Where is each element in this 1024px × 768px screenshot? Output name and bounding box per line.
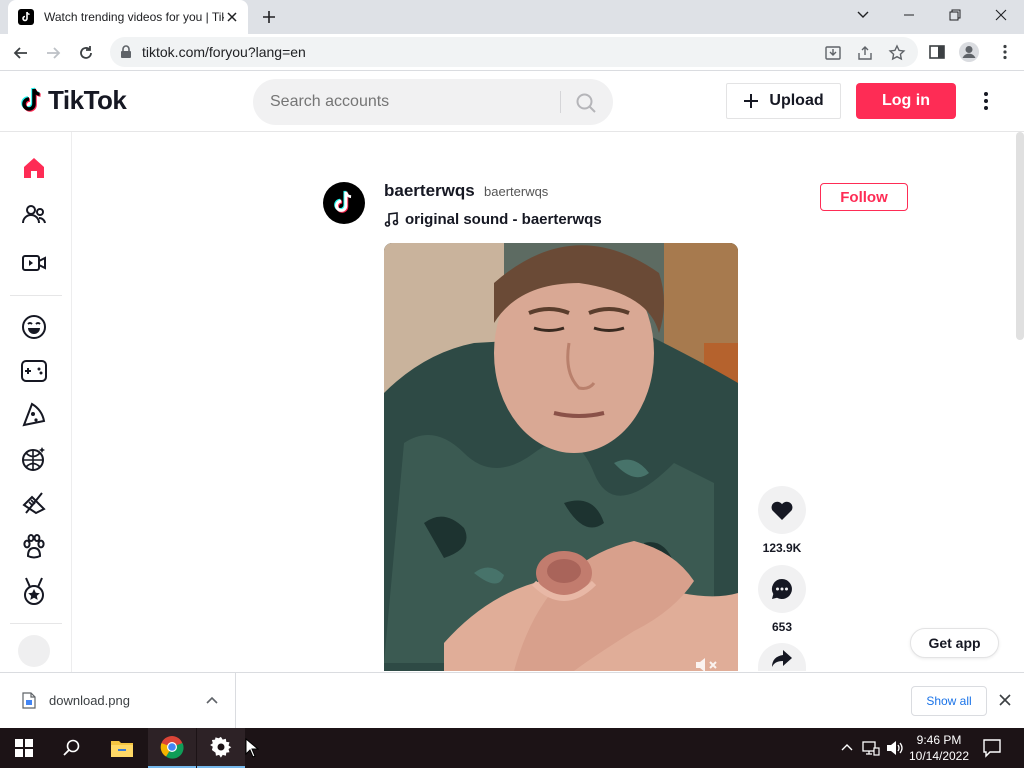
- user-avatar-placeholder[interactable]: [18, 635, 50, 667]
- food-icon[interactable]: [18, 399, 50, 431]
- new-tab-button[interactable]: [258, 6, 280, 28]
- taskbar-clock[interactable]: 9:46 PM 10/14/2022: [908, 732, 970, 764]
- upload-label: Upload: [769, 92, 824, 109]
- taskbar-search-icon[interactable]: [48, 728, 96, 768]
- chrome-menu-icon[interactable]: [996, 43, 1014, 61]
- tab-title: Watch trending videos for you | TikTok: [44, 10, 224, 24]
- windows-taskbar: 9:46 PM 10/14/2022: [0, 728, 1024, 768]
- url-text: tiktok.com/foryou?lang=en: [142, 44, 306, 60]
- download-filename: download.png: [49, 693, 130, 708]
- volume-icon[interactable]: [886, 740, 904, 756]
- video-player[interactable]: [384, 243, 738, 671]
- tiktok-header: TikTok Upload Log in: [0, 71, 1024, 132]
- home-icon[interactable]: [18, 152, 50, 184]
- browser-tab[interactable]: Watch trending videos for you | TikTok: [8, 0, 248, 34]
- plus-icon: [743, 93, 759, 109]
- minimize-button[interactable]: [886, 0, 932, 30]
- heart-icon: [771, 501, 793, 520]
- tiktok-favicon-icon: [18, 9, 34, 25]
- file-explorer-icon[interactable]: [98, 728, 146, 768]
- back-button[interactable]: [10, 42, 32, 64]
- login-button[interactable]: Log in: [856, 83, 956, 119]
- author-username[interactable]: baerterwqs: [384, 181, 475, 201]
- tiktok-logo-icon: [21, 87, 41, 112]
- follow-button[interactable]: Follow: [820, 183, 908, 211]
- page-scrollbar[interactable]: [1016, 132, 1024, 340]
- address-bar[interactable]: tiktok.com/foryou?lang=en: [110, 37, 918, 67]
- notifications-icon[interactable]: [982, 738, 1002, 758]
- install-app-icon[interactable]: [824, 44, 842, 62]
- comment-icon: [771, 578, 792, 599]
- sports-icon[interactable]: [18, 575, 50, 607]
- upload-button[interactable]: Upload: [726, 83, 841, 119]
- sidebar-divider: [10, 623, 62, 624]
- sound-title: original sound - baerterwqs: [405, 211, 602, 228]
- search-icon[interactable]: [575, 92, 597, 114]
- sound-link[interactable]: original sound - baerterwqs: [384, 211, 602, 228]
- browser-toolbar: tiktok.com/foryou?lang=en: [0, 34, 1024, 71]
- download-bar: download.png Show all: [0, 672, 1024, 729]
- show-all-button[interactable]: Show all: [911, 686, 987, 716]
- settings-gear-icon[interactable]: [197, 728, 245, 768]
- tiktok-logo[interactable]: TikTok: [20, 85, 127, 116]
- comedy-icon[interactable]: [18, 311, 50, 343]
- reload-button[interactable]: [75, 42, 97, 64]
- bookmark-star-icon[interactable]: [888, 44, 906, 62]
- beauty-icon[interactable]: [18, 487, 50, 519]
- windows-start-icon[interactable]: [0, 728, 48, 768]
- download-item[interactable]: download.png: [0, 673, 236, 729]
- close-tab-icon[interactable]: [224, 9, 240, 25]
- logo-wordmark: TikTok: [48, 85, 127, 115]
- author-nickname[interactable]: baerterwqs: [484, 184, 548, 199]
- gaming-icon[interactable]: [18, 355, 50, 387]
- dance-icon[interactable]: [18, 443, 50, 475]
- like-button[interactable]: [758, 486, 806, 534]
- forward-button[interactable]: [42, 42, 64, 64]
- profile-avatar-icon[interactable]: [958, 41, 980, 63]
- side-panel-icon[interactable]: [928, 43, 946, 61]
- clock-date: 10/14/2022: [908, 749, 970, 763]
- sidebar-divider: [10, 295, 62, 296]
- share-arrow-icon: [772, 650, 792, 667]
- comment-count: 653: [771, 620, 793, 634]
- animals-icon[interactable]: [18, 531, 50, 563]
- search-box[interactable]: [253, 79, 613, 125]
- clock-time: 9:46 PM: [916, 733, 962, 747]
- mouse-cursor-icon: [240, 728, 264, 768]
- share-button[interactable]: [758, 643, 806, 671]
- network-icon[interactable]: [862, 740, 880, 756]
- share-icon[interactable]: [856, 44, 874, 62]
- file-icon: [22, 692, 36, 709]
- tray-overflow-icon[interactable]: [840, 740, 854, 754]
- tiktok-avatar-icon: [334, 190, 352, 213]
- tab-search-icon[interactable]: [840, 0, 886, 30]
- lock-icon[interactable]: [120, 45, 132, 59]
- chevron-up-icon[interactable]: [206, 695, 218, 705]
- close-window-button[interactable]: [978, 0, 1024, 30]
- sidebar: [0, 132, 72, 672]
- following-icon[interactable]: [18, 199, 50, 231]
- get-app-button[interactable]: Get app: [910, 628, 999, 658]
- like-count: 123.9K: [762, 541, 802, 555]
- browser-tab-strip: Watch trending videos for you | TikTok: [0, 0, 1024, 34]
- comment-button[interactable]: [758, 565, 806, 613]
- close-download-bar-icon[interactable]: [998, 693, 1012, 707]
- video-frame: [384, 243, 738, 671]
- author-avatar[interactable]: [323, 182, 365, 224]
- search-input[interactable]: [268, 91, 553, 113]
- live-icon[interactable]: [18, 247, 50, 279]
- chrome-taskbar-icon[interactable]: [148, 728, 196, 768]
- music-note-icon: [384, 212, 399, 227]
- more-options-icon[interactable]: [976, 89, 996, 113]
- search-divider: [560, 91, 561, 113]
- restore-button[interactable]: [932, 0, 978, 30]
